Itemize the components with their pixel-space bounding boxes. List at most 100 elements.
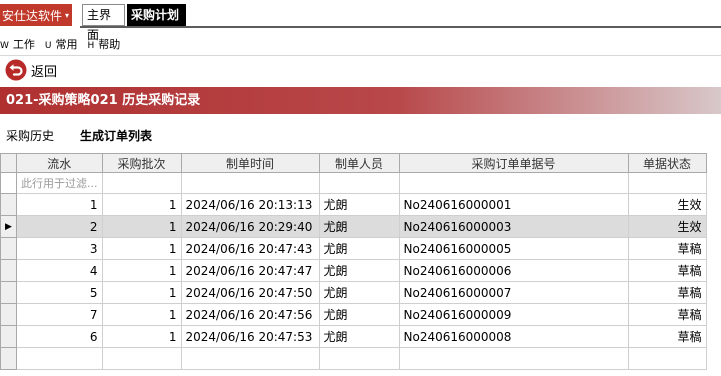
row-header[interactable]	[0, 259, 17, 282]
column-header[interactable]: 制单人员	[318, 153, 400, 173]
cell-order-no[interactable]: No240616000009	[398, 303, 629, 326]
cell-seq[interactable]: 4	[16, 259, 103, 282]
column-header[interactable]: 制单时间	[180, 153, 320, 173]
column-header[interactable]: 采购批次	[101, 153, 182, 173]
menu-key-work: W	[0, 41, 9, 51]
filter-cell[interactable]: 此行用于过滤...	[16, 172, 103, 194]
title-bar: 安仕达软件 ▾ 主界面 采购计划	[0, 0, 721, 42]
menu-item-help[interactable]: H 帮助	[88, 36, 121, 52]
column-header[interactable]: 流水	[16, 153, 103, 173]
row-header[interactable]: ▶	[0, 215, 17, 238]
cell-order-no[interactable]: No240616000001	[398, 193, 629, 216]
cell-time[interactable]: 2024/06/16 20:47:53	[180, 325, 320, 348]
column-header[interactable]: 单据状态	[627, 153, 707, 173]
cell-person[interactable]: 尤朗	[318, 303, 400, 326]
cell-time[interactable]: 2024/06/16 20:47:56	[180, 303, 320, 326]
cell-status[interactable]: 草稿	[627, 303, 707, 326]
cell-order-no[interactable]: No240616000003	[398, 215, 629, 238]
empty-cell	[180, 347, 320, 370]
table-row[interactable]: 4 1 2024/06/16 20:47:47 尤朗 No240616000006 草稿	[0, 259, 707, 282]
cell-order-no[interactable]: No240616000005	[398, 237, 629, 260]
app-menu-label: 安仕达软件	[2, 8, 63, 23]
menu-label-common: 常用	[55, 38, 78, 51]
cell-person[interactable]: 尤朗	[318, 325, 400, 348]
cell-person[interactable]: 尤朗	[318, 281, 400, 304]
menu-item-common[interactable]: U 常用	[45, 36, 78, 52]
tab-purchase-plan[interactable]: 采购计划	[127, 4, 186, 26]
cell-status[interactable]: 生效	[627, 215, 707, 238]
cell-order-no[interactable]: No240616000008	[398, 325, 629, 348]
column-header[interactable]: 采购订单单据号	[398, 153, 629, 173]
row-header[interactable]	[0, 303, 17, 326]
cell-time[interactable]: 2024/06/16 20:47:50	[180, 281, 320, 304]
cell-seq[interactable]: 6	[16, 325, 103, 348]
cell-status[interactable]: 草稿	[627, 325, 707, 348]
filter-cell[interactable]	[318, 172, 400, 194]
empty-cell	[101, 347, 182, 370]
sub-tabs: 采购历史 生成订单列表	[0, 125, 158, 147]
cell-batch[interactable]: 1	[101, 259, 182, 282]
row-header[interactable]	[0, 237, 17, 260]
cell-time[interactable]: 2024/06/16 20:13:13	[180, 193, 320, 216]
row-header[interactable]	[0, 193, 17, 216]
table-row[interactable]: 5 1 2024/06/16 20:47:50 尤朗 No240616000007 草稿	[0, 281, 707, 304]
row-header[interactable]	[0, 325, 17, 348]
cell-seq[interactable]: 3	[16, 237, 103, 260]
cell-person[interactable]: 尤朗	[318, 237, 400, 260]
table-row[interactable]: 3 1 2024/06/16 20:47:43 尤朗 No240616000005 草稿	[0, 237, 707, 260]
filter-cell[interactable]	[398, 172, 629, 194]
cell-batch[interactable]: 1	[101, 281, 182, 304]
cell-status[interactable]: 生效	[627, 193, 707, 216]
tab-underline	[80, 26, 721, 28]
menu-label-help: 帮助	[98, 38, 121, 51]
cell-time[interactable]: 2024/06/16 20:47:47	[180, 259, 320, 282]
table-row[interactable]: 6 1 2024/06/16 20:47:53 尤朗 No240616000008 草稿	[0, 325, 707, 348]
row-header-corner	[0, 153, 17, 173]
empty-cell	[16, 347, 103, 370]
current-row-indicator-icon: ▶	[5, 221, 12, 232]
cell-status[interactable]: 草稿	[627, 237, 707, 260]
row-header	[0, 347, 17, 370]
cell-batch[interactable]: 1	[101, 237, 182, 260]
filter-cell[interactable]	[180, 172, 320, 194]
table-row[interactable]: 1 1 2024/06/16 20:13:13 尤朗 No240616000001 生效	[0, 193, 707, 216]
tab-main[interactable]: 主界面	[82, 4, 125, 42]
cell-batch[interactable]: 1	[101, 215, 182, 238]
filter-cell[interactable]	[627, 172, 707, 194]
cell-seq[interactable]: 7	[16, 303, 103, 326]
cell-order-no[interactable]: No240616000006	[398, 259, 629, 282]
menu-key-help: H	[87, 41, 95, 51]
cell-batch[interactable]: 1	[101, 193, 182, 216]
back-button[interactable]: 返回	[5, 58, 57, 82]
back-arrow-icon	[5, 59, 27, 81]
app-menu-button[interactable]: 安仕达软件 ▾	[0, 4, 72, 26]
tab-purchase-history[interactable]: 采购历史	[0, 125, 60, 147]
cell-person[interactable]: 尤朗	[318, 193, 400, 216]
cell-seq[interactable]: 2	[16, 215, 103, 238]
tab-generated-orders[interactable]: 生成订单列表	[74, 125, 158, 147]
back-label: 返回	[31, 64, 58, 80]
cell-status[interactable]: 草稿	[627, 259, 707, 282]
cell-status[interactable]: 草稿	[627, 281, 707, 304]
table-row[interactable]: ▶ 2 1 2024/06/16 20:29:40 尤朗 No240616000003 生效	[0, 215, 707, 238]
cell-seq[interactable]: 1	[16, 193, 103, 216]
cell-person[interactable]: 尤朗	[318, 259, 400, 282]
toolbar: 返回	[0, 57, 721, 83]
empty-cell	[398, 347, 629, 370]
cell-batch[interactable]: 1	[101, 325, 182, 348]
filter-row: 此行用于过滤...	[0, 172, 707, 194]
page-title: 021-采购策略021 历史采购记录	[0, 87, 721, 114]
table-row[interactable]: 7 1 2024/06/16 20:47:56 尤朗 No240616000009 草稿	[0, 303, 707, 326]
chevron-down-icon: ▾	[65, 10, 70, 20]
cell-time[interactable]: 2024/06/16 20:29:40	[180, 215, 320, 238]
cell-order-no[interactable]: No240616000007	[398, 281, 629, 304]
cell-time[interactable]: 2024/06/16 20:47:43	[180, 237, 320, 260]
cell-seq[interactable]: 5	[16, 281, 103, 304]
filter-cell[interactable]	[101, 172, 182, 194]
orders-grid: 流水 采购批次 制单时间 制单人员 采购订单单据号 单据状态 此行用于过滤...…	[0, 153, 707, 370]
menu-item-work[interactable]: W 工作	[0, 36, 35, 52]
cell-person[interactable]: 尤朗	[318, 215, 400, 238]
menu-label-work: 工作	[12, 38, 35, 51]
cell-batch[interactable]: 1	[101, 303, 182, 326]
row-header[interactable]	[0, 281, 17, 304]
